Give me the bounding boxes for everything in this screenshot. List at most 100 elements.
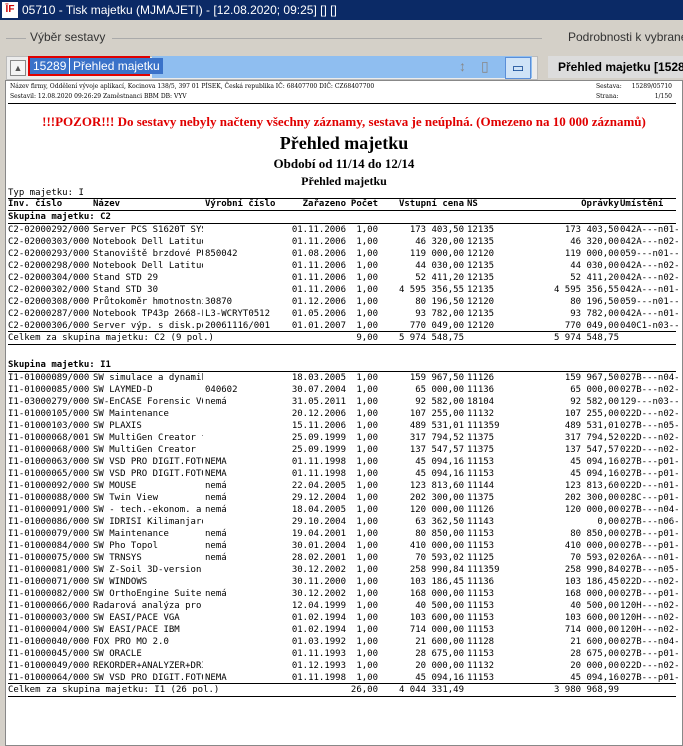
table-cell: 21 600,00	[570, 637, 619, 647]
table-cell: 1,00	[356, 589, 378, 599]
table-cell: 042A---n01---6	[620, 225, 680, 235]
table-cell: 027B---n05--51	[620, 565, 680, 575]
table-cell: I1-01000063/000	[8, 457, 90, 467]
table-cell: I1-03000279/000	[8, 397, 90, 407]
table-cell: 1,00	[356, 649, 378, 659]
table-cell: 29.10.2004	[291, 517, 346, 527]
table-cell: 107 255,00	[409, 409, 464, 419]
table-cell: Radarová analýza pro	[93, 601, 202, 611]
table-cell: 1,00	[356, 577, 378, 587]
table-cell: 93 782,00	[415, 309, 464, 319]
table-cell: 30.01.2004	[291, 541, 346, 551]
table-cell: 28.02.2001	[291, 553, 346, 563]
table-cell: C2-02000298/000	[8, 261, 90, 271]
table-cell: SW Z-Soil 3D-version	[93, 565, 202, 575]
table-row: I1-01000085/000 SW LAYMED-D 040602 30.07.20…	[6, 384, 682, 396]
table-cell: C2-02000304/000	[8, 273, 90, 283]
table-cell: Notebook Dell Latitud	[93, 261, 203, 271]
table-row: I1-01000082/000 SW OrthoEngine Suite nemá 3…	[6, 588, 682, 600]
table-cell: 12135	[467, 237, 495, 247]
table-cell: 20 000,00	[415, 661, 464, 671]
table-row: I1-01000066/000 Radarová analýza pro 12.04…	[6, 600, 682, 612]
monitor-icon[interactable]: ▭	[505, 57, 531, 79]
table-cell: 1,00	[356, 237, 378, 247]
table-row: I1-01000075/000 SW TRNSYS nemá 28.02.2001 1,…	[6, 552, 682, 564]
table-cell: 11375	[467, 445, 495, 455]
table-cell: 11153	[467, 541, 495, 551]
table-cell: I1-01000092/000	[8, 481, 90, 491]
table-cell: NEMA	[205, 457, 227, 467]
table-cell: 92 582,00	[415, 397, 464, 407]
table-cell: 01.05.2006	[291, 309, 346, 319]
table-cell: nemá	[205, 589, 227, 599]
table-cell: I1-01000084/000	[8, 541, 90, 551]
table-cell: 30870	[205, 297, 233, 307]
table-cell: 120H---n02---20	[620, 601, 680, 611]
column-header: Výrobní číslo	[205, 199, 276, 209]
table-row: I1-01000088/000 SW Twin View nemá 29.12.200…	[6, 492, 682, 504]
table-cell: 25.09.1999	[291, 433, 346, 443]
table-cell: 70 593,02	[570, 553, 619, 563]
total-price: 4 044 331,49	[398, 685, 464, 695]
table-cell: 12120	[467, 249, 495, 259]
table-cell: 027B---n04---46	[620, 637, 680, 647]
table-cell: 30.12.2002	[291, 565, 346, 575]
table-cell: SW Twin View	[93, 493, 159, 503]
table-cell: 11144	[467, 481, 495, 491]
table-cell: 022D---n02-200	[620, 445, 680, 455]
table-cell: C2-02000292/000	[8, 225, 90, 235]
table-row: I1-01000092/000 SW MOUSE nemá 22.04.2005 1,0…	[6, 480, 682, 492]
table-cell: 1,00	[356, 261, 378, 271]
table-cell: SW-EnCASE Forensic V6	[93, 397, 203, 407]
table-cell: 11136	[467, 385, 495, 395]
table-row: I1-01000081/000 SW Z-Soil 3D-version 30.12…	[6, 564, 682, 576]
table-cell: 01.11.2006	[291, 285, 346, 295]
table-cell: 46 320,00	[570, 237, 619, 247]
table-cell: 1,00	[356, 637, 378, 647]
table-cell: 1,00	[356, 517, 378, 527]
table-cell: 01.11.1998	[291, 457, 346, 467]
sort-icon[interactable]: ↕	[459, 58, 466, 74]
column-header: NS	[467, 199, 478, 209]
table-cell: I1-01000065/000	[8, 469, 90, 479]
header-rule	[8, 103, 676, 104]
table-cell: I1-01000068/001	[8, 433, 90, 443]
table-cell: SW MOUSE	[93, 481, 137, 491]
table-row: I1-01000049/000 REKORDER+ANALYZER+DRI 01.1…	[6, 660, 682, 672]
table-row: C2-02000292/000 Server PCS S1620T SYS 01.1…	[6, 224, 682, 236]
table-cell: 059---n01---12	[620, 297, 680, 307]
table-cell: SW MultiGen Creator f	[93, 433, 203, 443]
column-header: Oprávky	[581, 199, 619, 209]
table-cell: SW VSD PRO DIGIT.FOTO	[93, 457, 203, 467]
table-cell: 714 000,00	[564, 625, 619, 635]
company-line: Název firmy, Oddělení vývoje aplikací, K…	[10, 83, 375, 90]
details-value: Přehled majetku [15289	[548, 56, 683, 78]
table-row: I1-01000089/000 SW simulace a dynamik 18.0…	[6, 372, 682, 384]
table-cell: 103 186,45	[409, 577, 464, 587]
table-cell: Stanoviště brzdové PU	[93, 249, 203, 259]
table-row: I1-01000045/000 SW ORACLE 01.11.1993 1,00 28…	[6, 648, 682, 660]
table-cell: 1,00	[356, 457, 378, 467]
table-cell: 042A---n02---13	[620, 273, 680, 283]
table-cell: 168 000,00	[564, 589, 619, 599]
table-cell: 120 000,00	[409, 505, 464, 515]
table-cell: 123 813,60	[409, 481, 464, 491]
table-cell: 022D---n02-200	[620, 433, 680, 443]
table-cell: 01.12.1993	[291, 661, 346, 671]
table-cell: SW - tech.-ekonom. a	[93, 505, 202, 515]
pdf-icon[interactable]: ▯	[481, 58, 489, 75]
table-cell: SW Maintenance	[93, 409, 169, 419]
table-cell: I1-01000091/000	[8, 505, 90, 515]
table-cell: 19.04.2001	[291, 529, 346, 539]
table-cell: 52 411,20	[570, 273, 619, 283]
table-cell: 65 000,00	[415, 385, 464, 395]
table-cell: 12120	[467, 297, 495, 307]
table-cell: Stand STD 30	[93, 285, 159, 295]
table-cell: 11153	[467, 469, 495, 479]
table-cell: 027B---n04---43	[620, 373, 680, 383]
collapse-up-icon[interactable]: ▲	[10, 60, 26, 76]
table-rule	[8, 344, 676, 345]
table-cell: 168 000,00	[409, 589, 464, 599]
report-selection-field[interactable]: 15289 Přehled majetku	[28, 56, 163, 76]
table-cell: 120H---n02---20	[620, 625, 680, 635]
